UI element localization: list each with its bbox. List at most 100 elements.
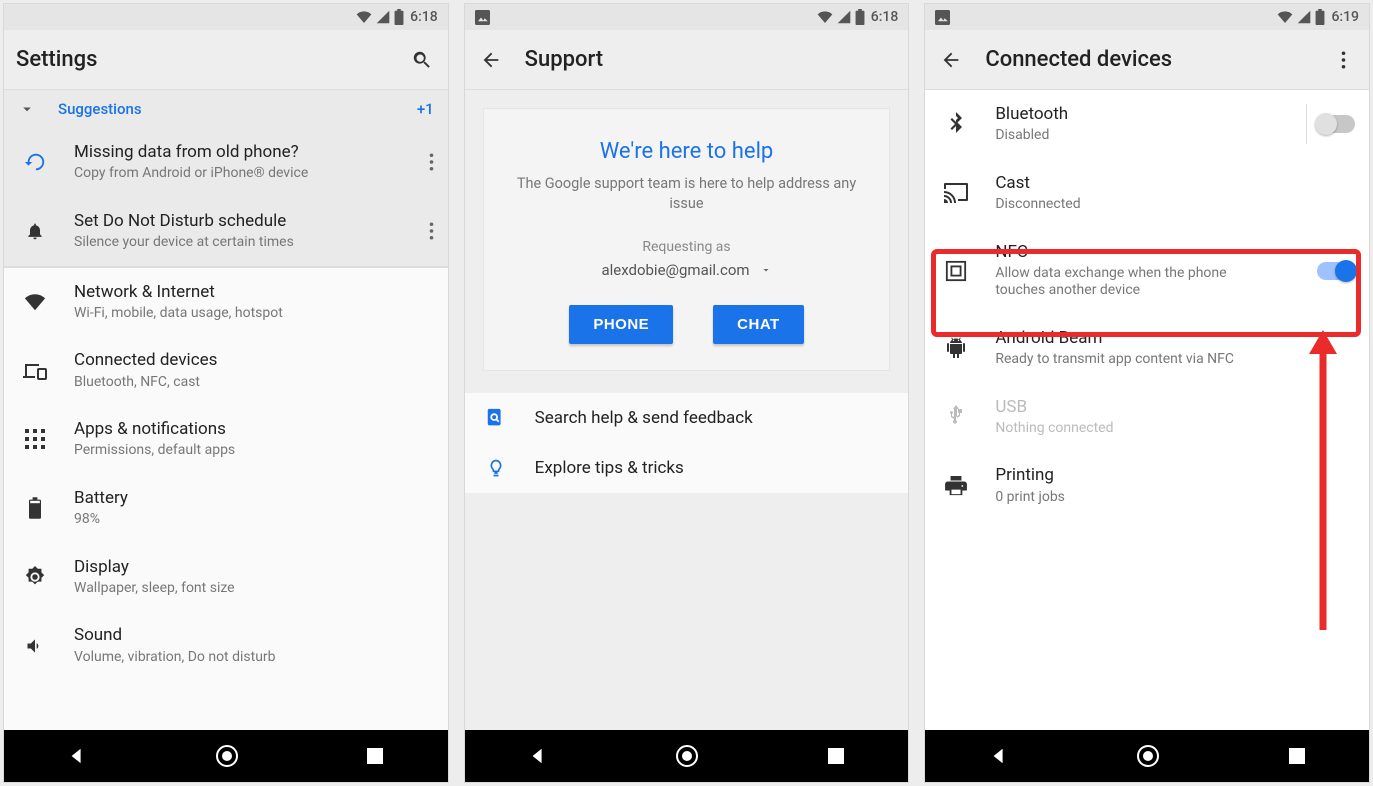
suggestions-header[interactable]: Suggestions +1 xyxy=(4,90,448,128)
row-printing[interactable]: Printing 0 print jobs xyxy=(925,451,1369,520)
suggestion-missing-data[interactable]: Missing data from old phone? Copy from A… xyxy=(4,128,448,197)
status-time: 6:19 xyxy=(1331,9,1359,25)
chat-button[interactable]: CHAT xyxy=(713,305,804,344)
wifi-icon xyxy=(356,10,372,24)
lightbulb-icon xyxy=(479,457,513,479)
devices-icon xyxy=(18,362,52,380)
nav-home[interactable] xyxy=(1136,744,1160,768)
nav-recent[interactable] xyxy=(367,748,383,764)
support-card: We're here to help The Google support te… xyxy=(483,108,891,371)
row-sub: Wi-Fi, mobile, data usage, hotspot xyxy=(74,305,434,323)
wifi-icon xyxy=(1277,10,1293,24)
row-title: Printing xyxy=(995,465,1355,486)
row-sub: 0 print jobs xyxy=(995,489,1355,507)
row-cast[interactable]: Cast Disconnected xyxy=(925,159,1369,228)
connected-content: Bluetooth Disabled Cast Disconnected NFC… xyxy=(925,90,1369,730)
row-title: Connected devices xyxy=(74,350,434,371)
row-sound[interactable]: Sound Volume, vibration, Do not disturb xyxy=(4,611,448,668)
chevron-down-icon xyxy=(760,264,772,276)
app-bar: Connected devices xyxy=(925,30,1369,90)
status-bar: 6:18 xyxy=(4,4,448,30)
row-title: Apps & notifications xyxy=(74,419,434,440)
row-battery[interactable]: Battery 98% xyxy=(4,474,448,543)
row-usb: USB Nothing connected xyxy=(925,383,1369,452)
bluetooth-icon xyxy=(939,112,973,136)
search-icon[interactable] xyxy=(408,49,436,71)
row-title: Bluetooth xyxy=(995,104,1274,125)
row-title: Battery xyxy=(74,488,434,509)
back-icon[interactable] xyxy=(477,49,505,71)
more-icon[interactable] xyxy=(429,222,434,240)
suggestions-label: Suggestions xyxy=(58,100,395,118)
row-sub: Bluetooth, NFC, cast xyxy=(74,374,434,392)
nav-recent[interactable] xyxy=(828,748,844,764)
restore-icon xyxy=(18,151,52,173)
nav-back[interactable] xyxy=(529,747,547,765)
requesting-as-label: Requesting as xyxy=(504,239,870,255)
status-time: 6:18 xyxy=(410,9,438,25)
nav-home[interactable] xyxy=(215,744,239,768)
android-icon xyxy=(939,337,973,359)
row-display[interactable]: Display Wallpaper, sleep, font size xyxy=(4,543,448,612)
account-email: alexdobie@gmail.com xyxy=(601,261,749,279)
bluetooth-toggle[interactable] xyxy=(1317,115,1355,133)
row-sub: Wallpaper, sleep, font size xyxy=(74,580,434,598)
support-heading: We're here to help xyxy=(504,139,870,164)
nav-bar xyxy=(465,730,909,782)
nfc-toggle[interactable] xyxy=(1317,262,1355,280)
wifi-icon xyxy=(18,293,52,311)
picture-icon xyxy=(475,10,490,25)
nav-back[interactable] xyxy=(68,747,86,765)
row-sub: 98% xyxy=(74,511,434,529)
battery-icon xyxy=(18,497,52,519)
row-search-help[interactable]: Search help & send feedback xyxy=(465,393,909,443)
cast-icon xyxy=(939,183,973,203)
search-doc-icon xyxy=(479,407,513,429)
page-title: Settings xyxy=(16,47,388,72)
row-title: Sound xyxy=(74,625,434,646)
nav-bar xyxy=(4,730,448,782)
battery-icon xyxy=(1315,9,1325,25)
support-body: The Google support team is here to help … xyxy=(504,174,870,213)
row-network[interactable]: Network & Internet Wi-Fi, mobile, data u… xyxy=(4,268,448,337)
status-time: 6:18 xyxy=(871,9,899,25)
row-connected-devices[interactable]: Connected devices Bluetooth, NFC, cast xyxy=(4,336,448,405)
brightness-icon xyxy=(18,566,52,588)
more-icon[interactable] xyxy=(429,153,434,171)
picture-icon xyxy=(935,10,950,25)
nav-home[interactable] xyxy=(675,744,699,768)
usb-icon xyxy=(939,405,973,429)
suggestion-sub: Copy from Android or iPhone® device xyxy=(74,165,407,183)
row-title: Explore tips & tricks xyxy=(535,458,895,479)
row-android-beam[interactable]: Android Beam Ready to transmit app conte… xyxy=(925,314,1369,383)
phone-support: 6:18 Support We're here to help The Goog… xyxy=(464,3,910,783)
bell-icon xyxy=(18,220,52,242)
printer-icon xyxy=(939,476,973,496)
nav-recent[interactable] xyxy=(1289,748,1305,764)
account-dropdown[interactable]: alexdobie@gmail.com xyxy=(504,261,870,279)
phone-button[interactable]: PHONE xyxy=(569,305,673,344)
page-title: Support xyxy=(525,47,897,72)
row-title: Display xyxy=(74,557,434,578)
nav-bar xyxy=(925,730,1369,782)
suggestions-count: +1 xyxy=(417,100,434,118)
row-bluetooth[interactable]: Bluetooth Disabled xyxy=(925,90,1369,159)
row-apps[interactable]: Apps & notifications Permissions, defaul… xyxy=(4,405,448,474)
back-icon[interactable] xyxy=(937,49,965,71)
row-tips[interactable]: Explore tips & tricks xyxy=(465,443,909,493)
battery-icon xyxy=(394,9,404,25)
row-sub: Nothing connected xyxy=(995,420,1355,438)
row-nfc[interactable]: NFC Allow data exchange when the phone t… xyxy=(925,228,1369,314)
phone-connected-devices: 6:19 Connected devices Bluetooth Disable… xyxy=(924,3,1370,783)
more-icon[interactable] xyxy=(1329,51,1357,69)
row-title: NFC xyxy=(995,242,1255,263)
wifi-icon xyxy=(817,10,833,24)
row-sub: Disconnected xyxy=(995,196,1355,214)
battery-icon xyxy=(855,9,865,25)
apps-icon xyxy=(18,429,52,449)
nav-back[interactable] xyxy=(990,747,1008,765)
row-title: Search help & send feedback xyxy=(535,408,895,429)
suggestion-dnd[interactable]: Set Do Not Disturb schedule Silence your… xyxy=(4,197,448,266)
suggestion-title: Missing data from old phone? xyxy=(74,142,407,163)
row-sub: Disabled xyxy=(995,127,1274,145)
